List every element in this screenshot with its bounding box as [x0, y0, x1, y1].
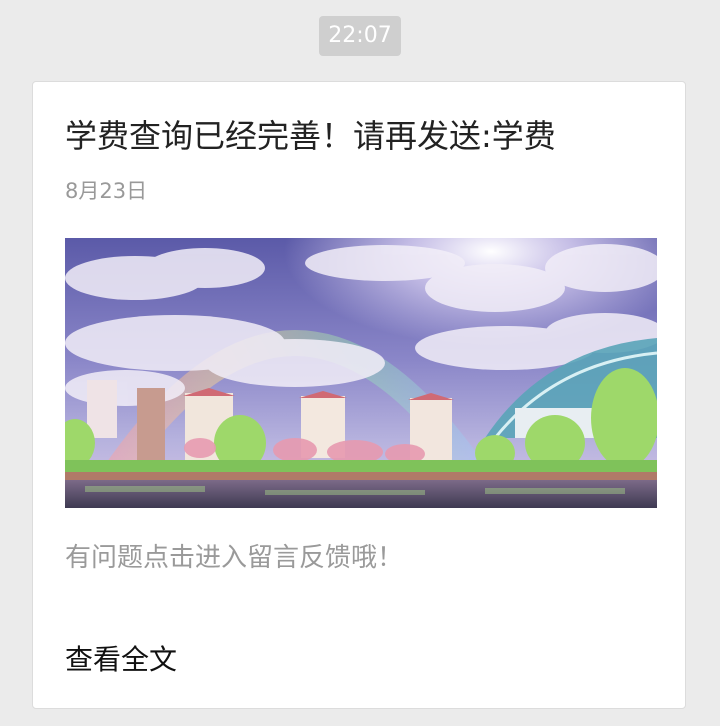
read-full-text-link[interactable]: 查看全文	[65, 640, 177, 680]
article-title[interactable]: 学费查询已经完善！请再发送:学费	[65, 114, 556, 158]
cover-image[interactable]	[65, 238, 657, 508]
divider	[65, 622, 653, 623]
timestamp-badge: 22:07	[319, 16, 401, 56]
article-date: 8月23日	[65, 179, 148, 203]
article-card[interactable]: 学费查询已经完善！请再发送:学费 8月23日 有问题点击进入留言反馈哦！ 查看全…	[32, 81, 686, 709]
article-summary: 有问题点击进入留言反馈哦！	[65, 543, 404, 573]
